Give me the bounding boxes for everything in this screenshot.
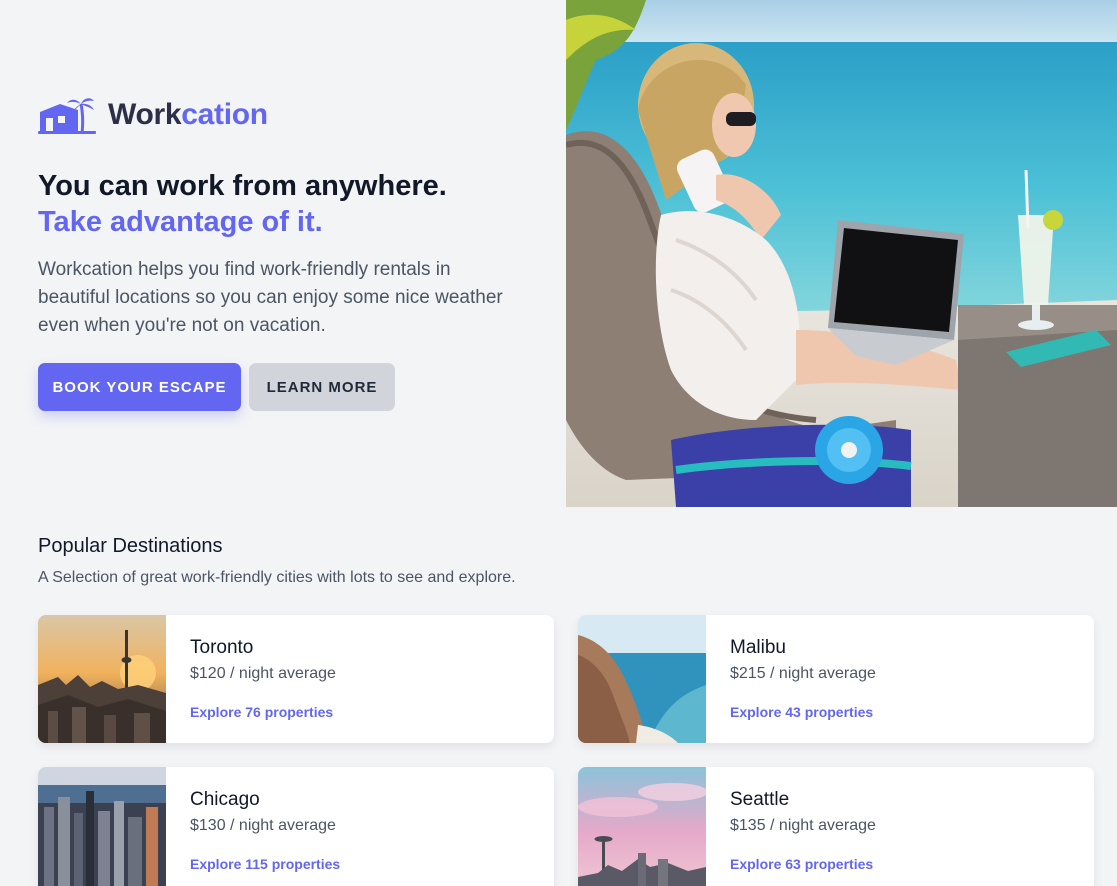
card-body: Seattle $135 / night average Explore 63 … bbox=[706, 767, 876, 886]
destination-card-malibu[interactable]: Malibu $215 / night average Explore 43 p… bbox=[578, 615, 1094, 743]
card-price: $135 / night average bbox=[730, 817, 876, 834]
seattle-thumbnail bbox=[578, 767, 706, 886]
headline-line-1: You can work from anywhere. bbox=[38, 170, 447, 202]
explore-properties-link[interactable]: Explore 43 properties bbox=[730, 704, 876, 720]
explore-properties-link[interactable]: Explore 115 properties bbox=[190, 856, 340, 872]
card-body: Malibu $215 / night average Explore 43 p… bbox=[706, 615, 876, 743]
brand-logo[interactable]: Workcation bbox=[38, 96, 268, 134]
malibu-thumbnail bbox=[578, 615, 706, 743]
hero-description: Workcation helps you find work-friendly … bbox=[38, 259, 503, 336]
section-subtitle: A Selection of great work-friendly citie… bbox=[38, 569, 516, 586]
card-price: $120 / night average bbox=[190, 665, 336, 682]
destination-card-chicago[interactable]: Chicago $130 / night average Explore 115… bbox=[38, 767, 554, 886]
destination-card-toronto[interactable]: Toronto $120 / night average Explore 76 … bbox=[38, 615, 554, 743]
card-body: Chicago $130 / night average Explore 115… bbox=[166, 767, 340, 886]
section-title: Popular Destinations bbox=[38, 535, 223, 557]
hero-image bbox=[566, 0, 1117, 507]
house-palm-icon bbox=[38, 98, 96, 134]
learn-more-button[interactable]: LEARN MORE bbox=[249, 363, 395, 411]
card-city: Malibu bbox=[730, 637, 786, 658]
book-escape-button[interactable]: BOOK YOUR ESCAPE bbox=[38, 363, 241, 411]
hero-headline: You can work from anywhere. Take advanta… bbox=[38, 168, 447, 240]
destination-card-seattle[interactable]: Seattle $135 / night average Explore 63 … bbox=[578, 767, 1094, 886]
card-price: $215 / night average bbox=[730, 665, 876, 682]
card-city: Chicago bbox=[190, 789, 260, 810]
card-city: Seattle bbox=[730, 789, 790, 810]
brand-name: Workcation bbox=[108, 98, 268, 131]
card-city: Toronto bbox=[190, 637, 254, 658]
explore-properties-link[interactable]: Explore 76 properties bbox=[190, 704, 336, 720]
headline-line-2: Take advantage of it. bbox=[38, 206, 323, 238]
toronto-thumbnail bbox=[38, 615, 166, 743]
explore-properties-link[interactable]: Explore 63 properties bbox=[730, 856, 876, 872]
chicago-thumbnail bbox=[38, 767, 166, 886]
card-price: $130 / night average bbox=[190, 817, 336, 834]
card-body: Toronto $120 / night average Explore 76 … bbox=[166, 615, 336, 743]
